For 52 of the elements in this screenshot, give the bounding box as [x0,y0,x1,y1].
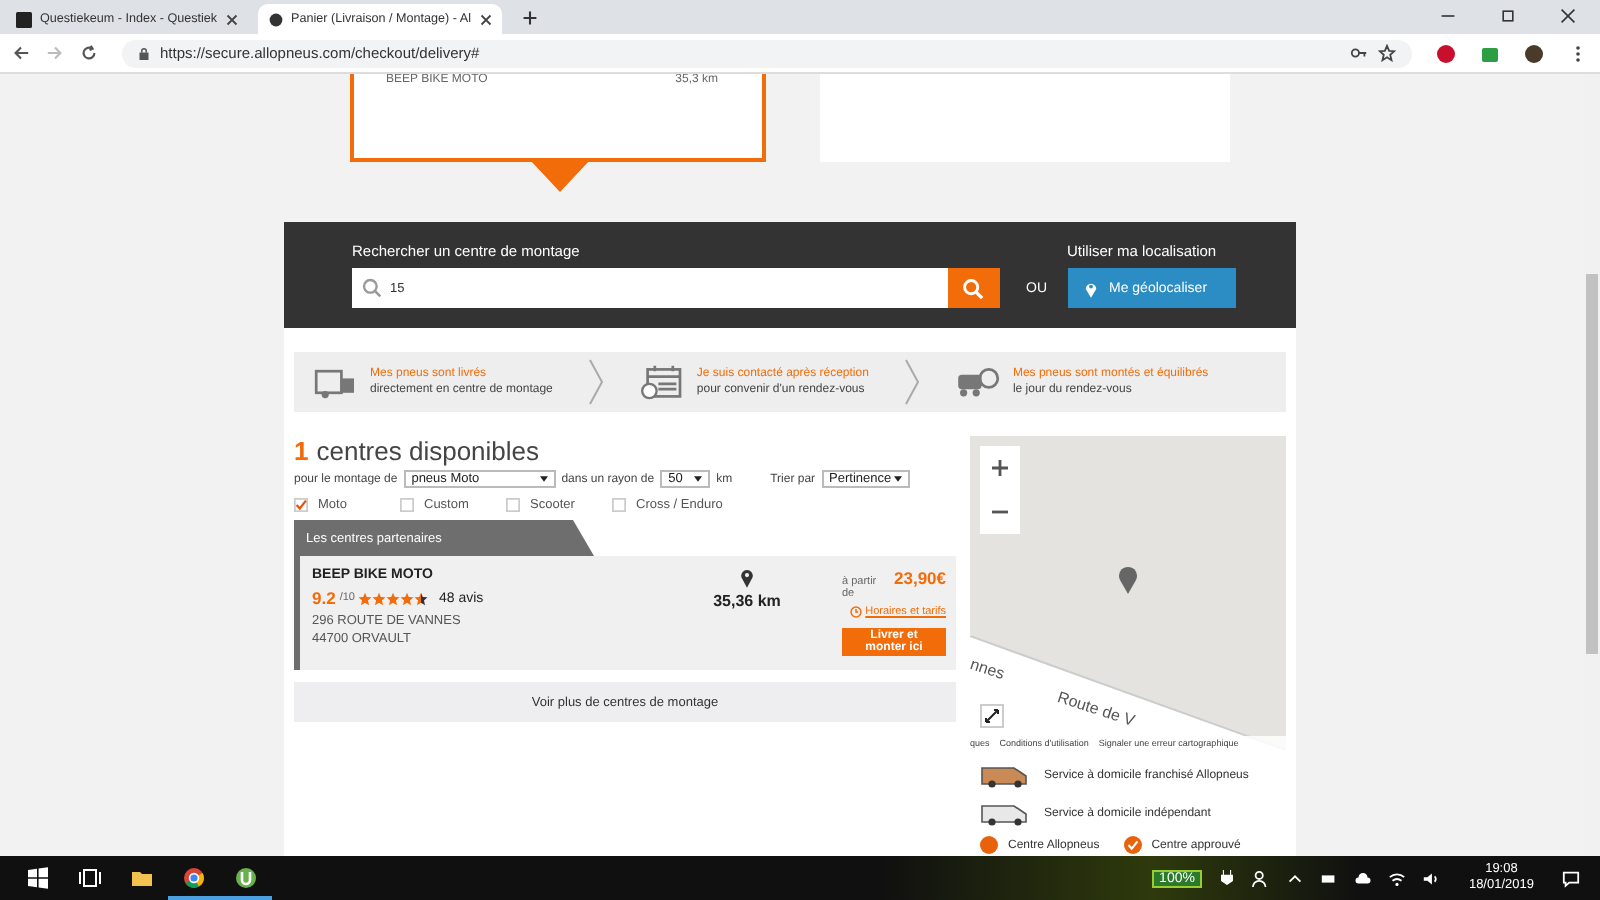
person-icon[interactable] [1252,869,1271,887]
chevron-icon [588,358,605,406]
results-heading: centres disponibles [316,436,540,466]
search-button[interactable] [948,268,1000,308]
avatar-icon[interactable] [1524,43,1544,63]
car-icon [956,364,1001,400]
close-icon[interactable] [479,13,491,25]
star-icon[interactable] [1378,44,1396,62]
maximize-icon[interactable] [1500,8,1516,24]
caret-icon [694,476,703,482]
caret-icon [539,476,548,482]
notification-icon[interactable] [1562,869,1580,887]
road-label: nnes [970,655,1007,683]
checkbox[interactable] [506,498,520,512]
close-icon[interactable] [1560,8,1576,24]
reload-icon[interactable] [80,44,98,62]
fullscreen-icon[interactable] [980,704,1004,728]
scrollbar-thumb[interactable] [1586,274,1598,654]
tab-favicon-icon [16,11,32,27]
key-icon[interactable] [1350,44,1368,62]
extension-icon[interactable] [1480,43,1500,63]
speaker-icon[interactable] [1422,869,1441,887]
center-distance: 35,36 km [713,592,781,610]
truck-icon [314,364,358,400]
back-icon[interactable] [12,44,30,62]
lock-icon [138,45,150,61]
clock-icon [849,606,862,618]
battery-icon[interactable] [1320,869,1339,887]
close-icon[interactable] [225,13,238,25]
result-count: 1 [294,436,309,466]
plug-icon[interactable] [1218,869,1237,887]
caret-icon [893,476,902,482]
location-pin-icon [740,568,754,588]
road-label: Route de V [1055,688,1137,730]
price: 23,90€ [894,568,946,588]
wifi-icon[interactable] [1388,869,1407,887]
dot-marker-icon [980,836,998,854]
rating-score: 9.2 [312,588,336,608]
extension-icon[interactable] [1436,43,1456,63]
van-icon [980,802,1032,826]
cloud-icon[interactable] [1354,869,1373,887]
checkbox[interactable] [612,498,626,512]
checkbox[interactable] [294,498,308,512]
pin-icon [1083,279,1097,297]
chevron-icon [904,358,921,406]
map-marker-icon[interactable] [1118,566,1138,594]
tab-favicon-icon [267,11,284,27]
calendar-icon [640,364,685,400]
van-icon [980,764,1032,788]
search-icon [962,278,984,300]
checkbox[interactable] [400,498,414,512]
new-tab-icon[interactable] [521,10,537,26]
